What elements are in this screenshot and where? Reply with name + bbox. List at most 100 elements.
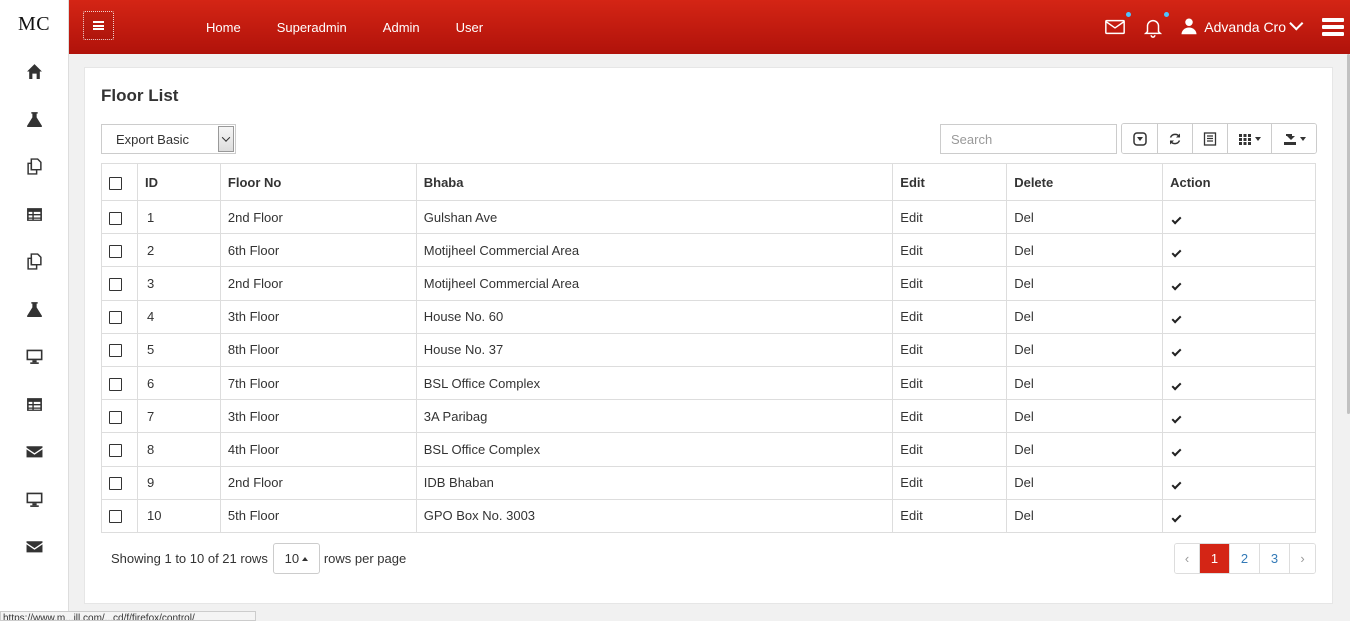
page-size-dropdown[interactable]: 10: [272, 543, 320, 574]
nav-home[interactable]: Home: [206, 20, 241, 35]
action-cell[interactable]: [1162, 199, 1316, 235]
export-data-button[interactable]: [1272, 124, 1316, 153]
sidebar-item-2[interactable]: [0, 96, 69, 144]
edit-link[interactable]: Edit: [892, 365, 1008, 401]
list-alt-icon: [1203, 131, 1217, 146]
settings-panel-button[interactable]: [1322, 18, 1344, 36]
next-page-button[interactable]: ›: [1290, 544, 1315, 573]
row-checkbox[interactable]: [109, 244, 122, 258]
messages-button[interactable]: [1104, 12, 1132, 38]
action-cell[interactable]: [1162, 432, 1316, 467]
delete-link[interactable]: Del: [1006, 498, 1164, 533]
sidebar-item-4[interactable]: [0, 191, 69, 239]
delete-link[interactable]: Del: [1006, 332, 1164, 367]
delete-link[interactable]: Del: [1006, 233, 1164, 268]
row-checkbox[interactable]: [109, 477, 122, 491]
action-cell[interactable]: [1162, 299, 1316, 334]
action-cell[interactable]: [1162, 399, 1316, 434]
edit-link[interactable]: Edit: [892, 399, 1008, 434]
row-select-cell: [101, 266, 138, 301]
row-checkbox[interactable]: [109, 344, 122, 358]
sidebar-item-11[interactable]: [0, 523, 69, 571]
download-icon: [1283, 133, 1296, 145]
row-checkbox[interactable]: [109, 278, 122, 291]
notifications-button[interactable]: [1142, 12, 1170, 38]
menu-toggle-button[interactable]: [83, 11, 114, 40]
table-row: 1 2nd Floor Gulshan Ave Edit Del: [101, 199, 1316, 235]
row-checkbox[interactable]: [109, 211, 122, 225]
delete-link[interactable]: Del: [1006, 432, 1164, 467]
action-cell[interactable]: [1162, 465, 1316, 500]
delete-link[interactable]: Del: [1006, 199, 1164, 235]
page-button-1[interactable]: 1: [1200, 544, 1230, 573]
search-input[interactable]: [940, 124, 1117, 154]
floor-no-cell: 4th Floor: [219, 432, 417, 467]
floor-no-cell: 2nd Floor: [219, 266, 417, 301]
delete-link[interactable]: Del: [1006, 299, 1164, 334]
nav-admin[interactable]: Admin: [383, 20, 420, 35]
sidebar-item-3[interactable]: [0, 143, 69, 191]
page-button-2[interactable]: 2: [1230, 544, 1260, 573]
action-cell[interactable]: [1162, 332, 1316, 367]
export-select[interactable]: Export Basic: [101, 124, 236, 154]
row-checkbox[interactable]: [109, 311, 122, 325]
envelope-icon: [26, 541, 43, 553]
row-checkbox[interactable]: [109, 443, 122, 457]
user-menu[interactable]: Advanda Cro: [1180, 16, 1304, 38]
action-cell[interactable]: [1162, 266, 1316, 301]
row-checkbox[interactable]: [109, 377, 122, 391]
sidebar-item-9[interactable]: [0, 428, 69, 476]
sidebar-item-5[interactable]: [0, 238, 69, 286]
row-select-cell: [101, 365, 138, 401]
delete-link[interactable]: Del: [1006, 399, 1164, 434]
table-row: 7 3th Floor 3A Paribag Edit Del: [101, 399, 1316, 434]
sidebar-item-7[interactable]: [0, 333, 69, 381]
edit-link[interactable]: Edit: [892, 332, 1008, 367]
edit-link[interactable]: Edit: [892, 299, 1008, 334]
sidebar-item-6[interactable]: [0, 286, 69, 334]
table-row: 8 4th Floor BSL Office Complex Edit Del: [101, 432, 1316, 467]
check-icon: [1171, 380, 1182, 390]
row-select-cell: [101, 465, 138, 500]
check-icon: [1171, 214, 1182, 225]
page-button-3[interactable]: 3: [1260, 544, 1290, 573]
row-checkbox[interactable]: [109, 410, 122, 424]
edit-link[interactable]: Edit: [892, 432, 1008, 467]
floor-no-cell: 2nd Floor: [219, 465, 417, 500]
select-all-checkbox[interactable]: [109, 176, 122, 190]
prev-page-button[interactable]: ‹: [1175, 544, 1200, 573]
column-header-floor-no[interactable]: Floor No: [219, 163, 417, 201]
bhaba-cell: House No. 60: [415, 299, 894, 334]
toggle-filter-button[interactable]: [1122, 124, 1158, 153]
action-cell[interactable]: [1162, 233, 1316, 268]
edit-link[interactable]: Edit: [892, 465, 1008, 500]
bhaba-cell: IDB Bhaban: [415, 465, 894, 500]
edit-link[interactable]: Edit: [892, 233, 1008, 268]
refresh-button[interactable]: [1158, 124, 1193, 153]
sidebar-item-10[interactable]: [0, 476, 69, 524]
floor-no-cell: 6th Floor: [219, 233, 417, 268]
row-checkbox[interactable]: [109, 510, 122, 524]
nav-superadmin[interactable]: Superadmin: [277, 20, 347, 35]
columns-button[interactable]: [1228, 124, 1272, 153]
column-header-delete[interactable]: Delete: [1006, 163, 1164, 201]
sidebar-item-1[interactable]: [0, 48, 69, 96]
column-header-action[interactable]: Action: [1162, 163, 1316, 201]
edit-link[interactable]: Edit: [892, 199, 1008, 235]
check-icon: [1171, 313, 1182, 324]
sidebar-item-8[interactable]: [0, 381, 69, 429]
delete-link[interactable]: Del: [1006, 266, 1164, 301]
column-header-id[interactable]: ID: [136, 163, 221, 201]
column-header-bhaba[interactable]: Bhaba: [415, 163, 894, 201]
delete-link[interactable]: Del: [1006, 365, 1164, 401]
edit-link[interactable]: Edit: [892, 266, 1008, 301]
column-header-edit[interactable]: Edit: [892, 163, 1008, 201]
delete-link[interactable]: Del: [1006, 465, 1164, 500]
action-cell[interactable]: [1162, 365, 1316, 401]
toggle-view-button[interactable]: [1193, 124, 1228, 153]
refresh-icon: [1169, 133, 1181, 144]
nav-user[interactable]: User: [456, 20, 483, 35]
action-cell[interactable]: [1162, 498, 1316, 533]
bhaba-cell: House No. 37: [415, 332, 894, 367]
edit-link[interactable]: Edit: [892, 498, 1008, 533]
